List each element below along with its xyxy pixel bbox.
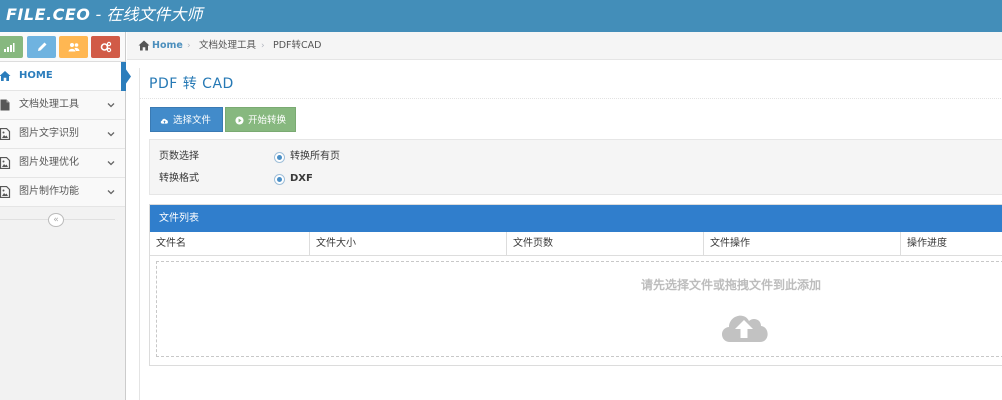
- chevron-down-icon: [107, 103, 115, 108]
- option-label: 转换格式: [159, 173, 199, 184]
- users-shortcut-button[interactable]: [59, 36, 88, 58]
- format-dxf-radio[interactable]: [274, 174, 285, 185]
- sidebar-collapse-button[interactable]: «: [48, 213, 64, 227]
- cogs-icon: [100, 41, 111, 53]
- file-list-heading: 文件列表: [150, 205, 1002, 232]
- home-icon: [0, 71, 11, 81]
- signal-icon: [3, 43, 14, 52]
- file-list-columns: 文件名 文件大小 文件页数 文件操作 操作进度: [150, 232, 1002, 256]
- sidebar-item-home[interactable]: HOME: [0, 62, 131, 91]
- start-convert-label: 开始转换: [248, 115, 287, 126]
- file-list-panel: 文件列表 文件名 文件大小 文件页数 文件操作 操作进度 请先选择文件或拖拽文件…: [149, 204, 1002, 366]
- pencil-icon: [37, 42, 46, 51]
- sidebar-item-image-optimize[interactable]: 图片处理优化: [0, 149, 125, 178]
- sidebar-item-image-make[interactable]: 图片制作功能: [0, 178, 125, 207]
- chevron-down-icon: [107, 132, 115, 137]
- column-header-actions: 文件操作: [704, 232, 901, 256]
- sidebar-shortcuts: [0, 32, 125, 62]
- option-label: 页数选择: [159, 151, 199, 162]
- main-content: PDF 转 CAD 选择文件 开始转换 页数选择 转换所有页 转换格式 DXF …: [139, 68, 1002, 400]
- option-row-format: 转换格式 DXF: [150, 168, 1002, 190]
- play-circle-icon: [235, 116, 244, 125]
- sidebar-item-label: HOME: [19, 70, 53, 81]
- start-convert-button[interactable]: 开始转换: [225, 107, 296, 132]
- breadcrumb: Home › 文档处理工具 › PDF转CAD: [127, 32, 1002, 60]
- sidebar-item-label: 文档处理工具: [19, 99, 79, 110]
- option-value[interactable]: DXF: [290, 168, 313, 190]
- select-file-label: 选择文件: [173, 115, 212, 126]
- active-pointer: [125, 68, 131, 85]
- pages-all-radio[interactable]: [274, 152, 285, 163]
- picture-icon: [0, 128, 11, 140]
- breadcrumb-home-link[interactable]: Home: [152, 32, 183, 60]
- divider: [140, 98, 1002, 99]
- option-value[interactable]: 转换所有页: [290, 146, 340, 168]
- breadcrumb-separator-icon: ›: [187, 41, 191, 51]
- sidebar: HOME 文档处理工具 图片文字识别 图片处理优化 图片制作功能 «: [0, 32, 131, 400]
- pencil-shortcut-button[interactable]: [27, 36, 56, 58]
- chevron-down-icon: [107, 190, 115, 195]
- column-header-filename: 文件名: [150, 232, 310, 256]
- logo-brand: FILE.CEO: [6, 5, 91, 24]
- sidebar-item-label: 图片制作功能: [19, 186, 79, 197]
- drop-hint: 请先选择文件或拖拽文件到此添加: [641, 278, 822, 292]
- logo-tagline: - 在线文件大师: [95, 5, 203, 24]
- breadcrumb-separator-icon: ›: [261, 41, 265, 51]
- users-icon: [68, 43, 79, 52]
- conversion-options: 页数选择 转换所有页 转换格式 DXF: [149, 139, 1002, 195]
- column-header-progress: 操作进度: [907, 238, 947, 249]
- site-logo[interactable]: FILE.CEO - 在线文件大师: [6, 5, 202, 25]
- sidebar-item-image-ocr[interactable]: 图片文字识别: [0, 120, 125, 149]
- picture-icon: [0, 157, 11, 169]
- file-drop-zone[interactable]: 请先选择文件或拖拽文件到此添加: [156, 261, 1002, 357]
- cogs-shortcut-button[interactable]: [91, 36, 120, 58]
- breadcrumb-category-link[interactable]: 文档处理工具: [199, 32, 256, 60]
- cloud-upload-icon: [160, 118, 168, 124]
- sidebar-item-document-tools[interactable]: 文档处理工具: [0, 91, 125, 120]
- picture-icon: [0, 186, 11, 198]
- page-title: PDF 转 CAD: [149, 76, 234, 92]
- breadcrumb-current: PDF转CAD: [273, 40, 322, 51]
- file-icon: [0, 99, 10, 111]
- cloud-upload-icon: [721, 315, 768, 342]
- sidebar-item-label: 图片处理优化: [19, 157, 79, 168]
- sidebar-collapse-row: «: [0, 207, 125, 233]
- signal-shortcut-button[interactable]: [0, 36, 23, 58]
- column-header-filesize: 文件大小: [310, 232, 507, 256]
- top-navbar: FILE.CEO - 在线文件大师: [0, 0, 1002, 32]
- sidebar-item-label: 图片文字识别: [19, 128, 79, 139]
- next-section-peek: [150, 394, 240, 400]
- select-file-button[interactable]: 选择文件: [150, 107, 223, 132]
- next-section-title: [150, 394, 240, 400]
- column-header-pages: 文件页数: [507, 232, 704, 256]
- option-row-pages: 页数选择 转换所有页: [150, 146, 1002, 168]
- chevron-down-icon: [107, 161, 115, 166]
- home-icon: [138, 40, 150, 51]
